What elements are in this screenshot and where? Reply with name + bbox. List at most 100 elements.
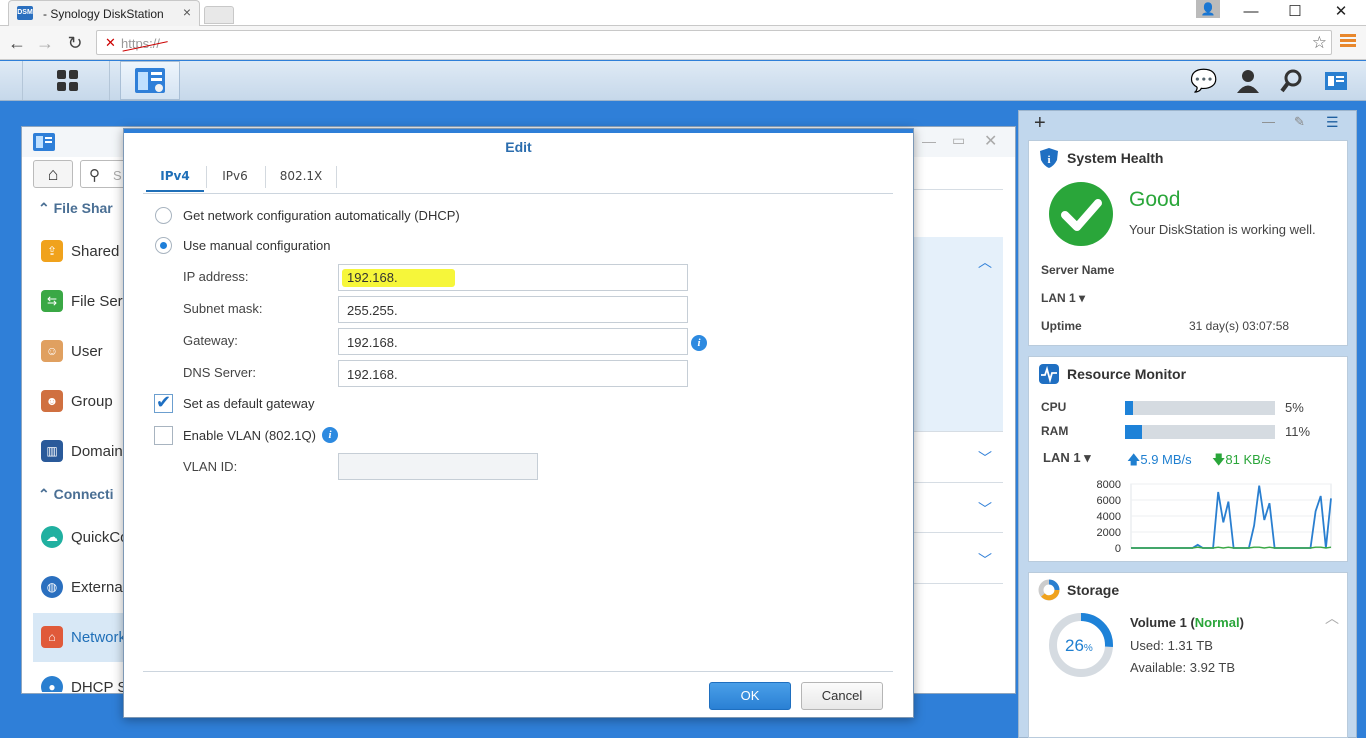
search-icon[interactable] <box>1276 66 1308 96</box>
chart-series-line <box>1131 546 1332 549</box>
widget-menu-icon[interactable]: ☰ <box>1326 114 1339 131</box>
enable-vlan-checkbox[interactable] <box>154 426 173 445</box>
tab-8021x[interactable]: 802.1X <box>268 162 334 192</box>
tab-ipv6[interactable]: IPv6 <box>208 162 262 192</box>
sidebar-item-quickconnect[interactable]: ☁ QuickCo <box>38 514 128 558</box>
cpu-bar <box>1125 401 1275 415</box>
tab-close-icon[interactable]: × <box>183 4 191 20</box>
browser-tab[interactable]: DSM - Synology DiskStation × <box>8 0 200 26</box>
sidebar-item-shared-folder[interactable]: ⇪ Shared <box>38 228 128 272</box>
sidebar-item-dhcp[interactable]: ● DHCP S <box>38 664 128 692</box>
manual-config-radio[interactable] <box>155 237 172 254</box>
storage-icon <box>1038 579 1060 604</box>
window-maximize-icon[interactable]: ▭ <box>952 132 965 149</box>
new-tab-button[interactable] <box>204 6 234 24</box>
system-health-title: System Health <box>1067 150 1164 166</box>
sidebar-item-file-services[interactable]: ⇆ File Ser <box>38 278 128 322</box>
vlan-id-field[interactable] <box>338 453 538 480</box>
window-close-icon[interactable]: ✕ <box>984 131 997 151</box>
browser-profile-icon[interactable]: 👤 <box>1196 0 1220 18</box>
dns-server-field[interactable]: 192.168. <box>338 360 688 387</box>
insecure-lock-icon: ✕ <box>105 35 116 50</box>
vlan-info-icon[interactable]: i <box>322 427 338 443</box>
sidebar-item-external-access[interactable]: ◍ Externa <box>38 564 128 608</box>
control-panel-icon <box>33 133 55 151</box>
window-minimize-icon[interactable]: — <box>922 133 936 149</box>
dsm-taskbar <box>0 61 1366 101</box>
tab-separator <box>265 166 266 188</box>
dns-server-label: DNS Server: <box>183 365 256 380</box>
chart-y-tick-label: 6000 <box>1097 495 1121 507</box>
resource-monitor-icon <box>1039 364 1059 384</box>
dialog-footer-divider <box>143 671 893 672</box>
storage-used: Used: 1.31 TB <box>1130 638 1213 653</box>
widget-minimize-icon[interactable]: — <box>1262 114 1275 129</box>
main-menu-icon <box>57 70 78 91</box>
cancel-button[interactable]: Cancel <box>801 682 883 710</box>
main-menu-button[interactable] <box>22 61 110 100</box>
minimize-window-button[interactable]: — <box>1228 0 1274 26</box>
quickconnect-icon: ☁ <box>41 526 63 548</box>
widgets-icon[interactable] <box>1320 66 1352 96</box>
lan-dropdown[interactable]: LAN 1 ▾ <box>1041 291 1085 305</box>
maximize-window-button[interactable]: ☐ <box>1272 0 1318 26</box>
bookmark-star-icon[interactable]: ☆ <box>1312 33 1327 53</box>
tab-ipv4[interactable]: IPv4 <box>146 162 204 192</box>
download-speed: 🡇81 KB/s <box>1212 452 1271 467</box>
ok-button[interactable]: OK <box>709 682 791 710</box>
domain-icon: ▥ <box>41 440 63 462</box>
chevron-up-icon[interactable]: ︿ <box>1325 608 1339 628</box>
group-icon: ☻ <box>41 390 63 412</box>
server-name-label: Server Name <box>1041 263 1115 277</box>
chart-y-tick-label: 8000 <box>1097 479 1121 491</box>
sidebar-item-network[interactable]: ⌂ Network <box>38 614 128 658</box>
shield-info-icon: i <box>1039 147 1059 172</box>
storage-title: Storage <box>1067 582 1120 598</box>
taskbar-control-panel-button[interactable] <box>120 61 180 100</box>
messages-icon[interactable]: 💬 <box>1188 66 1220 96</box>
url-input[interactable]: ✕ https:// ☆ <box>96 30 1332 55</box>
chevron-up-icon[interactable]: ︿ <box>976 252 994 272</box>
external-access-icon: ◍ <box>41 576 63 598</box>
file-services-icon: ⇆ <box>41 290 63 312</box>
sidebar-item-domain[interactable]: ▥ Domain <box>38 428 128 472</box>
svg-text:i: i <box>1047 154 1050 166</box>
uptime-label: Uptime <box>1041 319 1082 333</box>
dhcp-radio[interactable] <box>155 207 172 224</box>
reload-icon[interactable]: ↻ <box>64 32 86 54</box>
lan-dropdown[interactable]: LAN 1 ▾ <box>1043 450 1091 466</box>
section-file-sharing[interactable]: ⌃ File Shar <box>38 200 113 217</box>
gateway-info-icon[interactable]: i <box>691 335 707 351</box>
forward-arrow-icon[interactable]: → <box>34 32 56 54</box>
search-icon: ⚲ <box>89 167 100 184</box>
sidebar-item-group[interactable]: ☻ Group <box>38 378 128 422</box>
widget-pin-icon[interactable]: ✎ <box>1294 114 1305 130</box>
browser-menu-icon[interactable] <box>1340 34 1356 50</box>
ram-label: RAM <box>1041 424 1069 438</box>
subnet-mask-field[interactable]: 255.255. <box>338 296 688 323</box>
list-divider <box>906 482 1003 483</box>
storage-percent: 26% <box>1065 636 1093 655</box>
gateway-field[interactable]: 192.168. <box>338 328 688 355</box>
home-icon: ⌂ <box>47 164 59 184</box>
sidebar-item-user[interactable]: ☺ User <box>38 328 128 372</box>
gateway-value: 192.168. <box>347 335 398 350</box>
cpu-label: CPU <box>1041 400 1067 414</box>
home-button[interactable]: ⌂ <box>33 160 73 188</box>
add-widget-icon[interactable]: + <box>1034 112 1046 135</box>
back-arrow-icon[interactable]: ← <box>6 32 28 54</box>
cpu-bar-fill <box>1125 401 1133 415</box>
user-icon[interactable] <box>1232 66 1264 96</box>
section-connectivity[interactable]: ⌃ Connecti <box>38 486 114 503</box>
chevron-down-icon[interactable]: ﹀ <box>976 550 994 570</box>
search-placeholder: S <box>113 168 122 183</box>
list-divider <box>906 583 1003 584</box>
tab-separator <box>206 166 207 188</box>
ip-address-value: 192.168. <box>347 270 398 285</box>
chevron-down-icon[interactable]: ﹀ <box>976 499 994 519</box>
chevron-down-icon[interactable]: ﹀ <box>976 448 994 468</box>
enable-vlan-label: Enable VLAN (802.1Q) <box>183 428 316 443</box>
close-window-button[interactable]: ✕ <box>1318 0 1364 26</box>
default-gateway-checkbox[interactable] <box>154 392 173 413</box>
default-gateway-label: Set as default gateway <box>183 396 315 411</box>
